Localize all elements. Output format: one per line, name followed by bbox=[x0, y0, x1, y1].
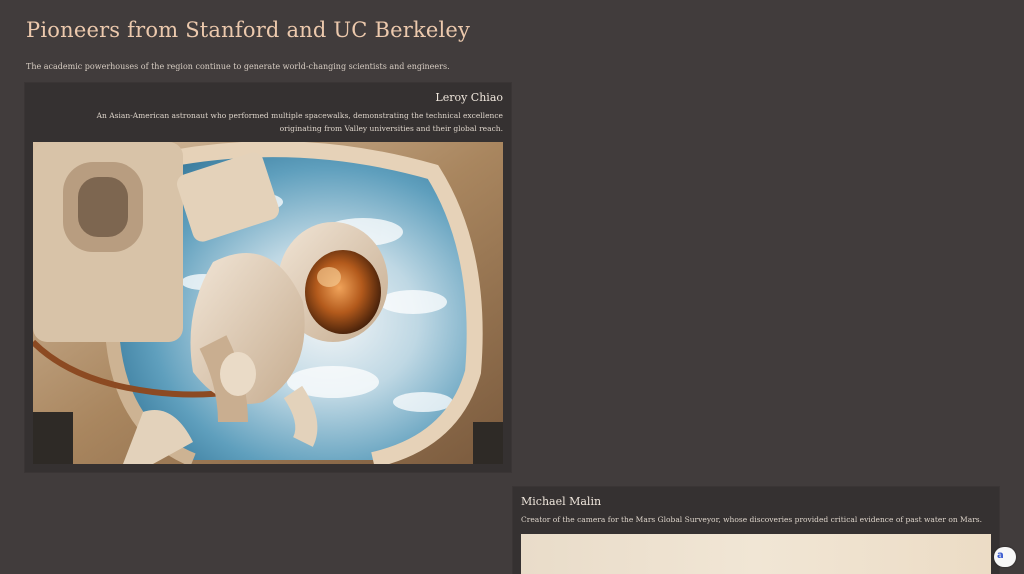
assistant-bubble-button[interactable]: a bbox=[994, 547, 1016, 567]
page-subtitle: The academic powerhouses of the region c… bbox=[26, 62, 450, 71]
pioneer-card-michael-malin[interactable]: Michael Malin Creator of the camera for … bbox=[513, 487, 999, 574]
page: Pioneers from Stanford and UC Berkeley T… bbox=[0, 0, 1024, 574]
pioneer-card-leroy-chiao[interactable]: Leroy Chiao An Asian-American astronaut … bbox=[25, 83, 511, 472]
card-name: Michael Malin bbox=[521, 495, 602, 508]
astronaut-illustration bbox=[33, 142, 503, 464]
mars-landscape-image bbox=[521, 534, 991, 574]
card-description: Creator of the camera for the Mars Globa… bbox=[521, 515, 983, 524]
card-name: Leroy Chiao bbox=[435, 91, 503, 104]
astronaut-spacewalk-image bbox=[33, 142, 503, 464]
assistant-bubble-icon: a bbox=[997, 550, 1004, 561]
card-description: An Asian-American astronaut who performe… bbox=[96, 111, 503, 133]
page-title: Pioneers from Stanford and UC Berkeley bbox=[26, 18, 471, 42]
